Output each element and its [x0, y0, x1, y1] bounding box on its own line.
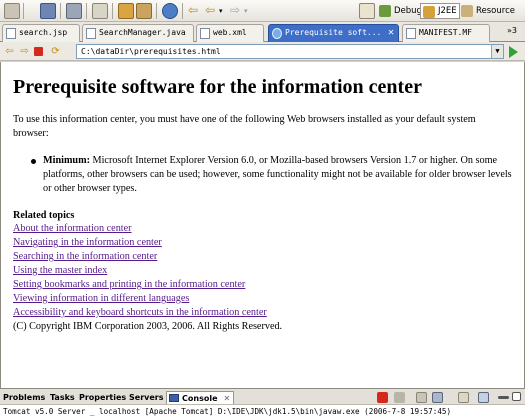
resource-icon — [461, 5, 473, 17]
toolbar-separator — [60, 3, 61, 19]
main-toolbar: ⇦ ⇦ ▾ ⇨ ▾ Debug J2EE Resource — [0, 0, 525, 22]
perspective-j2ee[interactable]: J2EE — [420, 3, 460, 19]
toolbar-separator — [182, 3, 183, 19]
clear-console-icon[interactable] — [416, 392, 427, 403]
back-icon[interactable]: ⇦ — [4, 46, 15, 57]
bullet-label: Minimum: — [43, 155, 90, 166]
related-link-accessibility[interactable]: Accessibility and keyboard shortcuts in … — [13, 306, 512, 320]
history-back-icon[interactable]: ⇦ — [205, 3, 217, 19]
url-text: C:\dataDir\prerequisites.html — [81, 47, 221, 56]
remove-launch-icon[interactable] — [394, 392, 405, 403]
java-file-icon — [86, 28, 96, 39]
dropdown-icon[interactable]: ▾ — [219, 3, 227, 19]
debug-run-icon[interactable] — [118, 3, 134, 19]
tab-console[interactable]: Console ✕ — [166, 391, 235, 404]
debug-icon — [379, 5, 391, 17]
minimize-icon[interactable] — [498, 396, 509, 399]
back-nav-icon[interactable]: ⇦ — [188, 3, 200, 19]
related-link-master-index[interactable]: Using the master index — [13, 264, 512, 278]
list-item: Minimum: Microsoft Internet Explorer Ver… — [31, 154, 512, 196]
related-link-bookmarks[interactable]: Setting bookmarks and printing in the in… — [13, 278, 512, 292]
scroll-lock-icon[interactable] — [432, 392, 443, 403]
tab-manifest-mf[interactable]: MANIFEST.MF — [402, 24, 490, 42]
related-link-languages[interactable]: Viewing information in different languag… — [13, 292, 512, 306]
dropdown-icon[interactable]: ▾ — [244, 3, 252, 19]
bullet-text: Microsoft Internet Explorer Version 6.0,… — [43, 155, 512, 194]
xml-file-icon — [200, 28, 210, 39]
copyright-text: (C) Copyright IBM Corporation 2003, 2006… — [13, 321, 283, 332]
related-link-searching[interactable]: Searching in the information center — [13, 250, 512, 264]
related-links: About the information center Navigating … — [13, 222, 512, 320]
forward-nav-icon[interactable]: ⇨ — [230, 3, 242, 19]
chevron-down-icon[interactable]: ▼ — [491, 45, 503, 58]
tab-label: Console — [182, 394, 218, 403]
new-icon[interactable] — [4, 3, 20, 19]
tool-icon[interactable] — [136, 3, 152, 19]
forward-icon[interactable]: ⇨ — [19, 46, 30, 57]
tab-label: search.jsp — [19, 28, 68, 37]
pin-console-icon[interactable] — [458, 392, 469, 403]
tab-label: Prerequisite soft... — [285, 28, 382, 37]
toolbar-separator — [112, 3, 113, 19]
build-icon[interactable] — [66, 3, 82, 19]
tab-properties[interactable]: Properties — [79, 391, 126, 404]
bottom-panel-tabs: Problems Tasks Properties Servers Consol… — [0, 388, 525, 404]
perspective-label: J2EE — [438, 6, 457, 16]
toolbar-separator — [156, 3, 157, 19]
perspective-label: Debug — [394, 6, 422, 16]
tab-label: SearchManager.java — [99, 28, 186, 37]
save-icon[interactable] — [40, 3, 56, 19]
open-perspective-icon[interactable] — [359, 3, 375, 19]
related-link-about[interactable]: About the information center — [13, 222, 512, 236]
editor-tab-bar: search.jsp SearchManager.java web.xml Pr… — [0, 22, 525, 42]
requirements-list: Minimum: Microsoft Internet Explorer Ver… — [31, 154, 512, 196]
j2ee-icon — [423, 6, 435, 18]
tab-prerequisite-software[interactable]: Prerequisite soft... ✕ — [268, 24, 399, 42]
related-topics-heading: Related topics — [13, 210, 75, 221]
perspective-label: Resource — [476, 6, 515, 16]
tab-label: web.xml — [213, 28, 247, 37]
console-icon — [169, 394, 179, 402]
tab-search-jsp[interactable]: search.jsp — [2, 24, 80, 42]
go-icon[interactable] — [509, 46, 518, 58]
tab-web-xml[interactable]: web.xml — [196, 24, 264, 42]
page-title: Prerequisite software for the informatio… — [13, 76, 422, 98]
tab-servers[interactable]: Servers — [129, 391, 163, 404]
tab-problems[interactable]: Problems — [3, 391, 45, 404]
intro-paragraph: To use this information center, you must… — [13, 114, 476, 139]
browser-address-bar: ⇦ ⇨ ⟳ C:\dataDir\prerequisites.html ▼ — [0, 42, 525, 61]
server-icon[interactable] — [92, 3, 108, 19]
display-console-icon[interactable] — [478, 392, 489, 403]
tab-searchmanager-java[interactable]: SearchManager.java — [82, 24, 194, 42]
manifest-file-icon — [406, 28, 416, 39]
toolbar-separator — [23, 3, 24, 19]
globe-icon[interactable] — [162, 3, 178, 19]
perspective-debug[interactable]: Debug — [377, 3, 424, 19]
tab-label: MANIFEST.MF — [419, 28, 472, 37]
related-link-navigating[interactable]: Navigating in the information center — [13, 236, 512, 250]
jsp-file-icon — [6, 28, 16, 39]
refresh-icon[interactable]: ⟳ — [50, 46, 61, 57]
stop-icon[interactable] — [34, 47, 43, 56]
browser-icon — [272, 28, 282, 39]
url-field[interactable]: C:\dataDir\prerequisites.html ▼ — [76, 44, 504, 59]
tab-overflow-indicator[interactable]: »3 — [507, 26, 517, 35]
close-icon[interactable]: ✕ — [388, 25, 394, 41]
maximize-icon[interactable] — [512, 392, 521, 401]
close-icon[interactable]: ✕ — [224, 394, 231, 403]
console-output: Tomcat v5.0 Server _ localhost [Apache T… — [0, 404, 525, 419]
tab-tasks[interactable]: Tasks — [50, 391, 75, 404]
perspective-resource[interactable]: Resource — [459, 3, 517, 19]
toolbar-separator — [86, 3, 87, 19]
terminate-icon[interactable] — [377, 392, 388, 403]
browser-content: Prerequisite software for the informatio… — [0, 62, 525, 388]
